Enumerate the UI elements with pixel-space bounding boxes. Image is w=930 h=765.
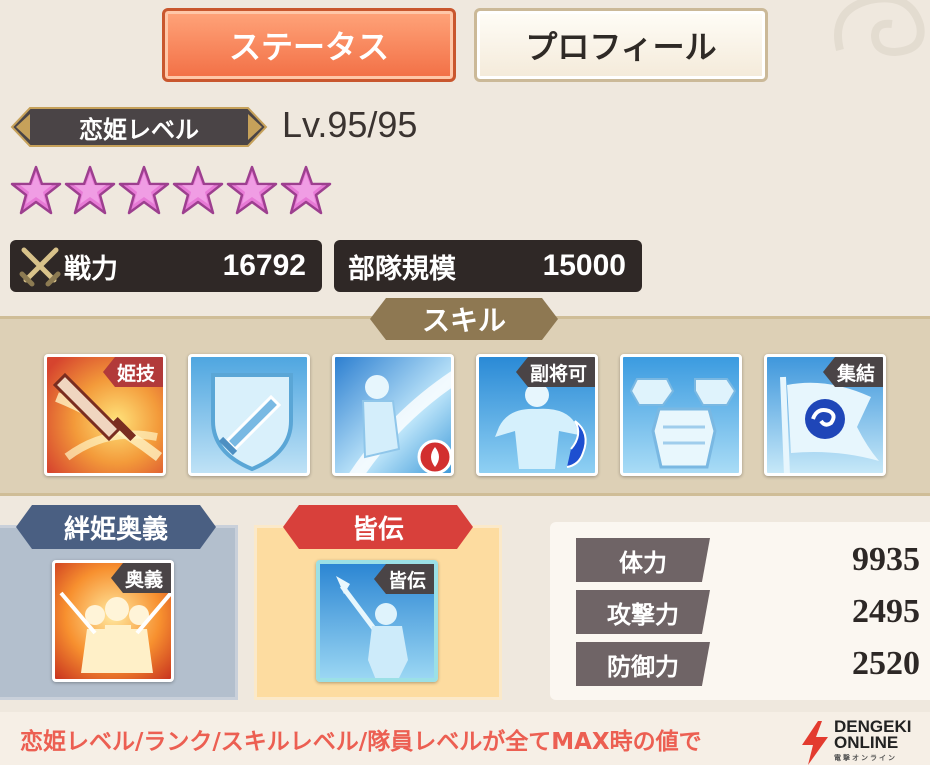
skill-tag: 集結 [822,357,883,387]
skill-tag: 副将可 [515,357,595,387]
swirl-decoration [834,0,925,57]
footer-note: 恋姫レベル/ランク/スキルレベル/隊員レベルが全てMAX時の値で [20,729,702,755]
rank-star-icon [172,165,224,215]
tab-profile[interactable]: プロフィール [474,8,768,82]
rank-star-icon [10,165,62,215]
rank-star-icon [118,165,170,215]
stat-value: 2495 [852,593,920,630]
level-badge-label: 恋姫レベル [79,115,199,144]
skill-tag: 姫技 [102,357,163,387]
skill-slot-2[interactable] [188,354,310,476]
shield-sword-icon [211,373,293,472]
stat-label: 攻撃力 [576,590,710,634]
rank-star-icon [280,165,332,215]
skill-slot-3[interactable] [332,354,454,476]
lightning-icon [802,720,828,765]
skill-tag: 奥義 [110,563,171,593]
skill-slot-6[interactable]: 集結 [764,354,886,476]
skill-slot-4[interactable]: 副将可 [476,354,598,476]
armor-set-icon [629,378,737,469]
kizuna-header: 絆姫奥義 [16,505,216,549]
dengeki-online-logo: DENGEKI ONLINE 電撃オンライン [800,718,930,765]
crossed-swords-icon [19,247,61,287]
power-label: 戦力 [64,253,118,285]
power-pill: 戦力 16792 [10,240,322,292]
logo-sub: 電撃オンライン [834,754,897,762]
stat-label: 体力 [576,538,710,582]
stat-row-attack: 攻撃力 2495 [576,590,920,634]
minaden-skill-icon[interactable]: 皆伝 [316,560,438,682]
power-value: 16792 [222,249,306,282]
warrior-slash-icon [349,371,451,473]
logo-line2: ONLINE [834,732,899,752]
stat-row-defense: 防御力 2520 [576,642,920,686]
stat-value: 9935 [852,541,920,578]
rank-stars [10,162,332,220]
troops-label: 部隊規模 [348,253,456,285]
skill-tag: 皆伝 [373,564,434,594]
minaden-title: 皆伝 [351,514,404,545]
kizuna-skill-icon[interactable]: 奥義 [52,560,174,682]
skill-title-label: スキル [421,304,506,337]
skill-section-title: スキル [368,296,560,342]
stat-label: 防御力 [576,642,710,686]
stat-row-hp: 体力 9935 [576,538,920,582]
stat-value: 2520 [852,645,920,682]
rank-star-icon [226,165,278,215]
skill-slot-1[interactable]: 姫技 [44,354,166,476]
level-badge: 恋姫レベル [8,104,270,150]
skill-slot-5[interactable] [620,354,742,476]
troops-pill: 部隊規模 15000 [334,240,642,292]
tab-status[interactable]: ステータス [162,8,456,82]
kizuna-title: 絆姫奥義 [63,514,168,545]
minaden-header: 皆伝 [283,505,473,549]
troops-value: 15000 [542,249,626,282]
level-value: Lv.95/95 [282,104,418,145]
rank-star-icon [64,165,116,215]
